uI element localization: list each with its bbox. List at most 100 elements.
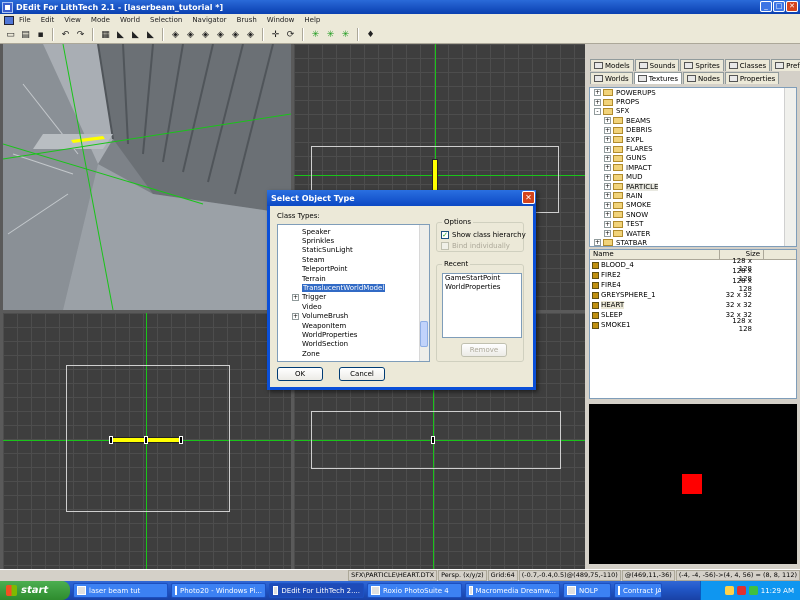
save-icon[interactable]: ▪ [34,28,47,41]
tree-folder-powerups[interactable]: + POWERUPS [590,88,796,97]
expand-toggle[interactable]: + [292,293,299,301]
texture-list[interactable]: Name Size BLOOD_4 128 x 128 FIRE2 128 x 128… [589,249,797,399]
class-item[interactable]: Steam [278,255,429,264]
expand-toggle[interactable]: + [604,173,611,181]
texture-row[interactable]: SMOKE1 128 x 128 [590,317,796,333]
resize-handle[interactable] [144,436,148,444]
show-hierarchy-checkbox[interactable]: ✓ Show class hierarchy [441,231,526,239]
texture-row[interactable]: GREYSPHERE_1 32 x 32 [590,290,796,300]
tab-models[interactable]: Models [590,59,634,71]
menu-file[interactable]: File [14,16,36,24]
tree-folder-water[interactable]: + WATER [590,229,796,238]
class-item[interactable]: + Trigger [278,293,429,302]
expand-toggle[interactable]: - [594,107,601,115]
tab-sprites[interactable]: Sprites [680,59,724,71]
expand-toggle[interactable]: + [604,145,611,153]
light-icon[interactable]: ♦ [364,28,377,41]
recent-item[interactable]: WorldProperties [443,283,521,292]
perspective-viewport[interactable] [3,44,291,310]
expand-toggle[interactable]: + [594,89,601,97]
menu-view[interactable]: View [59,16,86,24]
expand-toggle[interactable]: + [604,230,611,238]
class-item[interactable]: WorldProperties [278,330,429,339]
undo-icon[interactable]: ↶ [59,28,72,41]
bind-individually-checkbox[interactable]: Bind individually [441,242,510,250]
class-item[interactable]: StaticSunLight [278,246,429,255]
move-icon[interactable]: ✛ [269,28,282,41]
menu-edit[interactable]: Edit [36,16,60,24]
menu-help[interactable]: Help [299,16,325,24]
expand-toggle[interactable]: + [604,154,611,162]
tab-classes[interactable]: Classes [724,59,771,71]
tree-folder-debris[interactable]: + DEBRIS [590,126,796,135]
dialog-close-button[interactable]: ✕ [522,191,535,204]
tray-icon[interactable] [736,586,746,595]
ok-button[interactable]: OK [277,367,323,381]
taskbar-task-button[interactable]: Photo20 - Windows Pi... [171,583,266,598]
expand-toggle[interactable]: + [604,164,611,172]
cancel-button[interactable]: Cancel [339,367,385,381]
tree-folder-smoke[interactable]: + SMOKE [590,201,796,210]
class-list-scrollbar[interactable] [419,225,429,361]
tree-scrollbar[interactable] [784,88,796,246]
class-item[interactable]: Zone [278,349,429,358]
expand-toggle[interactable]: + [594,98,601,106]
texture-row[interactable]: HEART 32 x 32 [590,300,796,310]
expand-toggle[interactable]: + [604,201,611,209]
texture-row[interactable]: FIRE2 128 x 128 [590,267,796,283]
open-icon[interactable]: ▤ [19,28,32,41]
menu-navigator[interactable]: Navigator [187,16,231,24]
brush-icon[interactable]: ◈ [214,28,227,41]
brush-icon[interactable]: ◈ [199,28,212,41]
maximize-button[interactable]: □ [773,1,785,12]
green-star-icon[interactable]: ✳ [324,28,337,41]
expand-toggle[interactable]: + [604,136,611,144]
brush-icon[interactable]: ◈ [184,28,197,41]
tree-folder-guns[interactable]: + GUNS [590,154,796,163]
expand-toggle[interactable]: + [604,192,611,200]
class-item[interactable]: WorldSection [278,340,429,349]
tree-folder-snow[interactable]: + SNOW [590,210,796,219]
tree-folder-particle[interactable]: + PARTICLE [590,182,796,191]
green-star-icon[interactable]: ✳ [339,28,352,41]
class-item[interactable]: WeaponItem [278,321,429,330]
minimize-button[interactable]: _ [760,1,772,12]
recent-item[interactable]: GameStartPoint [443,274,521,283]
tool-icon[interactable]: ◣ [129,28,142,41]
class-types-list[interactable]: Speaker Sprinkles StaticSunLight Steam Telep… [277,224,430,362]
menu-brush[interactable]: Brush [232,16,262,24]
class-item[interactable]: TeleportPoint [278,265,429,274]
recent-list[interactable]: GameStartPoint WorldProperties [442,273,522,338]
tree-folder-test[interactable]: + TEST [590,219,796,228]
tree-folder-rain[interactable]: + RAIN [590,191,796,200]
green-star-icon[interactable]: ✳ [309,28,322,41]
class-item[interactable]: Speaker [278,227,429,236]
tool-icon[interactable]: ◣ [114,28,127,41]
tab-prefabs[interactable]: Prefabs [771,59,800,71]
tab-nodes[interactable]: Nodes [683,72,724,84]
grid-icon[interactable]: ▦ [99,28,112,41]
expand-toggle[interactable]: + [604,220,611,228]
expand-toggle[interactable]: + [292,312,299,320]
class-item[interactable]: Video [278,302,429,311]
tab-textures[interactable]: Textures [633,72,682,84]
taskbar-task-button[interactable]: Roxio PhotoSuite 4 [367,583,462,598]
tab-worlds[interactable]: Worlds [590,72,633,84]
column-name-header[interactable]: Name [590,250,720,259]
new-icon[interactable]: ▭ [4,28,17,41]
menu-selection[interactable]: Selection [145,16,187,24]
tree-folder-mud[interactable]: + MUD [590,173,796,182]
resize-handle[interactable] [179,436,183,444]
expand-toggle[interactable]: + [604,117,611,125]
expand-toggle[interactable]: + [604,211,611,219]
texture-folder-tree[interactable]: + POWERUPS + PROPS - SFX + BEAMS + DEBRIS + EXPL + FL… [589,87,797,247]
taskbar-task-button[interactable]: Macromedia Dreamw... [465,583,560,598]
tree-folder-impact[interactable]: + IMPACT [590,163,796,172]
remove-button[interactable]: Remove [461,343,507,357]
class-item[interactable]: Sprinkles [278,236,429,245]
tool-icon[interactable]: ◣ [144,28,157,41]
menu-mode[interactable]: Mode [86,16,115,24]
tree-folder-statbar[interactable]: + STATBAR [590,238,796,246]
laser-beam-object[interactable] [432,159,438,194]
tree-folder-expl[interactable]: + EXPL [590,135,796,144]
